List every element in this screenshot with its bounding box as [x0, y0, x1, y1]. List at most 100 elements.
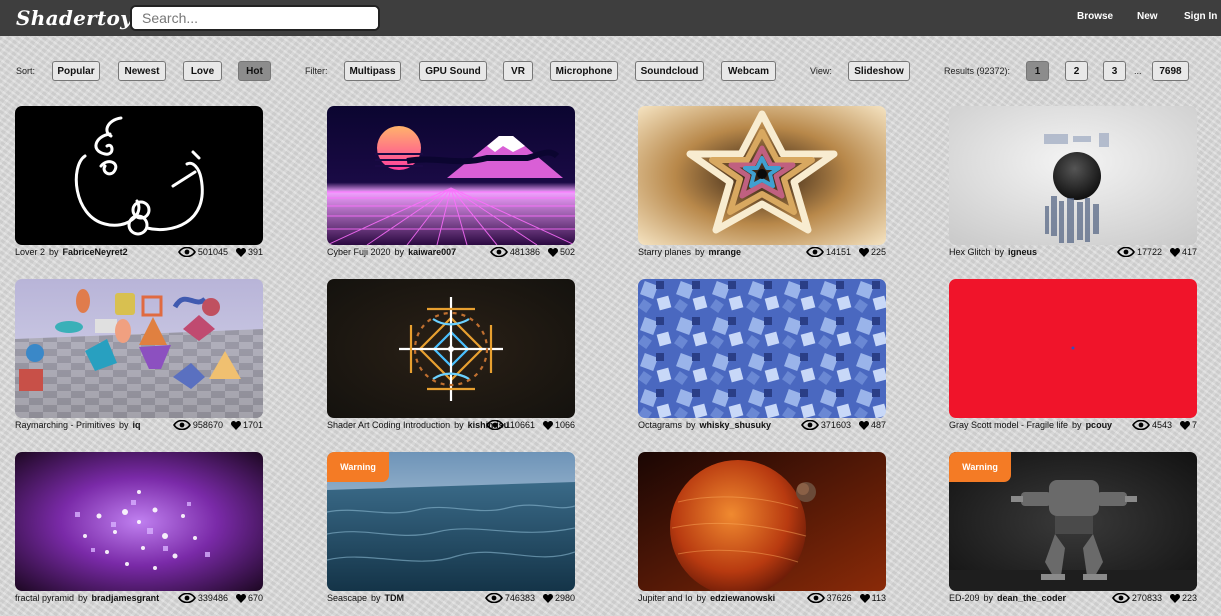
shader-info: Hex Glitch by igneus	[949, 247, 1037, 257]
shader-stats: 746383 2980	[484, 593, 575, 603]
shader-title[interactable]: Octagrams	[638, 420, 682, 430]
heart-icon	[858, 420, 869, 430]
shader-thumbnail[interactable]	[949, 279, 1197, 418]
warning-badge: Warning	[327, 452, 389, 482]
shader-author[interactable]: edziewanowski	[710, 593, 775, 603]
filter-gpu-sound-button[interactable]: GPU Sound	[419, 61, 487, 81]
shader-author[interactable]: mrange	[709, 247, 742, 257]
shader-meta: Shader Art Coding Introduction by kishimis…	[327, 420, 575, 434]
top-bar: Shadertoy Browse New Sign In	[0, 0, 1221, 36]
shader-info: Starry planes by mrange	[638, 247, 741, 257]
shader-title[interactable]: Cyber Fuji 2020	[327, 247, 391, 257]
eye-icon	[177, 593, 196, 603]
sort-label: Sort:	[16, 66, 36, 76]
shader-meta: Starry planes by mrange 14151 225	[638, 247, 886, 261]
like-count: 417	[1181, 247, 1197, 257]
shader-thumbnail[interactable]	[327, 279, 575, 418]
like-count: 1066	[554, 420, 575, 430]
view-count: 110661	[505, 420, 535, 430]
shader-card: Warning Seascape by TDM 746383 2980	[327, 452, 575, 607]
shader-thumbnail[interactable]	[15, 452, 263, 591]
shader-author[interactable]: bradjamesgrant	[92, 593, 160, 603]
shader-title[interactable]: ED-209	[949, 593, 980, 603]
shader-thumbnail[interactable]	[15, 106, 263, 245]
shader-title[interactable]: fractal pyramid	[15, 593, 74, 603]
shader-info: Raymarching - Primitives by iq	[15, 420, 141, 430]
filter-vr-button[interactable]: VR	[503, 61, 533, 81]
shader-title[interactable]: Gray Scott model - Fragile life	[949, 420, 1068, 430]
by-label: by	[78, 593, 88, 603]
shader-title[interactable]: Starry planes	[638, 247, 691, 257]
shader-thumbnail[interactable]	[638, 106, 886, 245]
heart-icon	[1179, 420, 1190, 430]
shader-thumbnail[interactable]	[15, 279, 263, 418]
shader-title[interactable]: Hex Glitch	[949, 247, 991, 257]
like-count: 391	[247, 247, 263, 257]
shader-author[interactable]: kaiware007	[408, 247, 456, 257]
by-label: by	[994, 247, 1005, 257]
by-label: by	[983, 593, 994, 603]
shader-author[interactable]: dean_the_coder	[997, 593, 1066, 603]
shader-card: Raymarching - Primitives by iq 958670 1701	[15, 279, 263, 434]
eye-icon	[1111, 593, 1130, 603]
filter-microphone-button[interactable]: Microphone	[550, 61, 618, 81]
like-count: 2980	[554, 593, 575, 603]
filter-soundcloud-button[interactable]: Soundcloud	[635, 61, 704, 81]
shader-stats: 17722 417	[1116, 247, 1197, 257]
shader-info: fractal pyramid by bradjamesgrant	[15, 593, 159, 603]
nav-new[interactable]: New	[1137, 11, 1158, 22]
last-page-button[interactable]: 7698	[1152, 61, 1189, 81]
shadertoy-logo[interactable]: Shadertoy	[16, 6, 132, 30]
shader-thumbnail[interactable]: Warning	[327, 452, 575, 591]
sort-love-button[interactable]: Love	[183, 61, 222, 81]
shader-title[interactable]: Seascape	[327, 593, 367, 603]
sort-newest-button[interactable]: Newest	[118, 61, 166, 81]
eye-icon	[172, 420, 191, 430]
heart-icon	[1169, 593, 1180, 603]
shader-card: Warning ED-209 by dean_the_coder 270833 22…	[949, 452, 1197, 607]
shader-card: Gray Scott model - Fragile life by pcouy 4…	[949, 279, 1197, 434]
shader-info: ED-209 by dean_the_coder	[949, 593, 1066, 603]
shader-author[interactable]: whisky_shusuky	[700, 420, 772, 430]
shader-title[interactable]: Raymarching - Primitives	[15, 420, 115, 430]
page-1-button[interactable]: 1	[1026, 61, 1049, 81]
heart-icon	[858, 247, 869, 257]
shader-title[interactable]: Lover 2	[15, 247, 45, 257]
shader-author[interactable]: TDM	[385, 593, 405, 603]
shader-thumbnail[interactable]: Warning	[949, 452, 1197, 591]
shader-author[interactable]: FabriceNeyret2	[63, 247, 128, 257]
shader-author[interactable]: pcouy	[1086, 420, 1113, 430]
shader-stats: 14151 225	[805, 247, 886, 257]
by-label: by	[119, 420, 129, 430]
shader-thumbnail[interactable]	[949, 106, 1197, 245]
shader-title[interactable]: Jupiter and Io	[638, 593, 693, 603]
shader-thumbnail[interactable]	[638, 279, 886, 418]
sort-popular-button[interactable]: Popular	[52, 61, 100, 81]
shader-info: Shader Art Coding Introduction by kishimis…	[327, 420, 509, 430]
nav-browse[interactable]: Browse	[1077, 11, 1113, 22]
search-input[interactable]	[130, 5, 380, 31]
shader-card: Jupiter and Io by edziewanowski 37626 113	[638, 452, 886, 607]
sort-hot-button[interactable]: Hot	[238, 61, 271, 81]
shader-thumbnail[interactable]	[327, 106, 575, 245]
eye-icon	[485, 420, 504, 430]
shader-card: Hex Glitch by igneus 17722 417	[949, 106, 1197, 261]
heart-icon	[235, 247, 246, 257]
filter-webcam-button[interactable]: Webcam	[721, 61, 776, 81]
shader-author[interactable]: igneus	[1008, 247, 1037, 257]
like-count: 670	[247, 593, 263, 603]
shader-title[interactable]: Shader Art Coding Introduction	[327, 420, 450, 430]
shader-stats: 270833 223	[1111, 593, 1197, 603]
shader-info: Octagrams by whisky_shusuky	[638, 420, 771, 430]
shader-thumbnail[interactable]	[638, 452, 886, 591]
page-3-button[interactable]: 3	[1103, 61, 1126, 81]
shader-meta: Octagrams by whisky_shusuky 371603 487	[638, 420, 886, 434]
view-count: 4543	[1151, 420, 1172, 430]
by-label: by	[394, 247, 405, 257]
shader-author[interactable]: iq	[133, 420, 141, 430]
filter-multipass-button[interactable]: Multipass	[344, 61, 401, 81]
page-2-button[interactable]: 2	[1065, 61, 1088, 81]
slideshow-button[interactable]: Slideshow	[848, 61, 910, 81]
view-count: 339486	[197, 593, 228, 603]
nav-sign-in[interactable]: Sign In	[1184, 11, 1217, 22]
